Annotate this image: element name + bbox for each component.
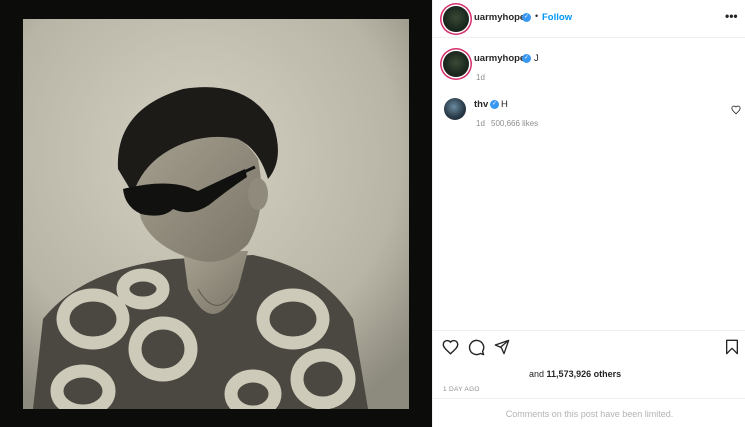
comments-limited-text: Comments on this post have been limited. xyxy=(505,409,674,419)
post-time-ago[interactable]: 1 DAY AGO xyxy=(443,386,480,393)
post-header: uarmyhope ✓ • Follow ••• xyxy=(433,0,745,38)
separator-dot: • xyxy=(535,11,539,21)
post-side-panel: uarmyhope ✓ • Follow ••• uarmyhope ✓ J 1… xyxy=(432,0,745,427)
comment-likes[interactable]: 500,666 likes xyxy=(491,119,538,128)
comment-author-avatar[interactable] xyxy=(444,98,466,120)
verified-badge-icon: ✓ xyxy=(522,54,531,63)
caption-author-username[interactable]: uarmyhope xyxy=(474,53,525,64)
instagram-post-view: uarmyhope ✓ • Follow ••• uarmyhope ✓ J 1… xyxy=(0,0,745,427)
post-photo xyxy=(23,19,409,409)
comment-bubble-icon[interactable] xyxy=(468,339,485,361)
caption-timestamp[interactable]: 1d xyxy=(476,73,485,82)
post-media xyxy=(0,0,432,427)
verified-badge-icon: ✓ xyxy=(490,100,499,109)
heart-icon[interactable] xyxy=(442,339,459,360)
author-username[interactable]: uarmyhope xyxy=(474,12,525,23)
verified-badge-icon: ✓ xyxy=(522,13,531,22)
comments-limited-notice: Comments on this post have been limited. xyxy=(433,398,745,427)
author-avatar[interactable] xyxy=(443,6,469,32)
follow-button[interactable]: Follow xyxy=(542,12,572,23)
paper-plane-icon[interactable] xyxy=(494,339,510,360)
comment-author-username[interactable]: thv xyxy=(474,99,488,110)
likes-count[interactable]: 11,573,926 others xyxy=(547,369,622,379)
caption-author-avatar[interactable] xyxy=(443,51,469,77)
more-horizontal-icon[interactable]: ••• xyxy=(725,9,738,23)
comment-text: H xyxy=(501,99,508,110)
likes-prefix: and xyxy=(529,369,545,379)
likes-summary[interactable]: and 11,573,926 others xyxy=(529,369,621,379)
comment-like-heart-icon[interactable] xyxy=(731,102,741,120)
bookmark-icon[interactable] xyxy=(725,339,739,360)
comment-timestamp[interactable]: 1d xyxy=(476,119,485,128)
caption-text: J xyxy=(534,53,539,64)
